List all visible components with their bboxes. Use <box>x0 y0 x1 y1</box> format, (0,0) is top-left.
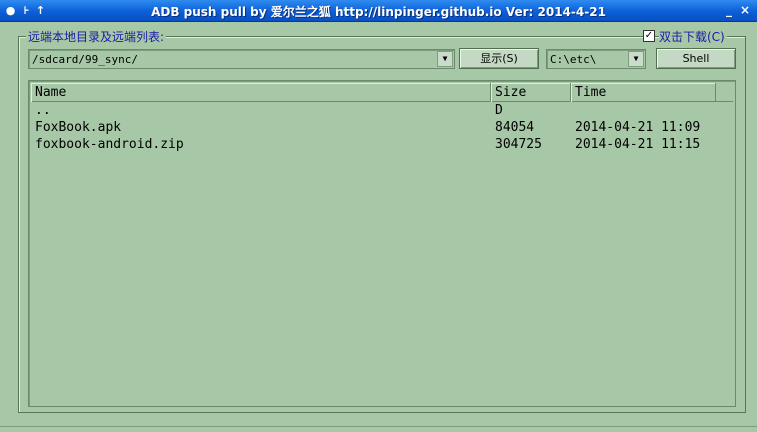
cell-time: 2014-04-21 11:15 <box>575 137 701 152</box>
check-mark-icon: ✓ <box>644 30 654 41</box>
window-title: ADB push pull by 爱尔兰之狐 http://linpinger.… <box>151 5 606 19</box>
column-header-size[interactable]: Size <box>491 83 571 102</box>
download-checkbox-label[interactable]: 双击下载(C) <box>659 28 727 45</box>
cell-name: FoxBook.apk <box>35 120 122 135</box>
remote-path-combo[interactable]: /sdcard/99_sync/ ▼ <box>28 49 455 69</box>
column-header-time[interactable]: Time <box>571 83 716 102</box>
cell-size: D <box>495 103 503 118</box>
list-header: Name Size Time <box>31 83 733 102</box>
file-list[interactable]: Name Size Time .. D FoxBook.apk 84054 20… <box>28 80 736 407</box>
cell-size: 304725 <box>495 137 542 152</box>
download-checkbox[interactable]: ✓ <box>643 30 655 42</box>
dropdown-arrow-icon[interactable]: ▼ <box>437 51 453 67</box>
cell-size: 84054 <box>495 120 535 135</box>
show-button[interactable]: 显示(S) <box>459 48 539 69</box>
local-path-combo[interactable]: C:\etc\ ▼ <box>546 49 646 69</box>
local-path-value: C:\etc\ <box>550 53 597 66</box>
window-bottom-edge <box>0 426 757 432</box>
table-row[interactable]: .. D <box>31 102 733 119</box>
shell-button[interactable]: Shell <box>656 48 736 69</box>
close-button[interactable]: × <box>738 3 752 18</box>
frame-label: 远端本地目录及远端列表: <box>26 28 167 45</box>
remote-path-value: /sdcard/99_sync/ <box>32 53 138 66</box>
cell-name: foxbook-android.zip <box>35 137 184 152</box>
title-bar: ● ⊦ ↑ ADB push pull by 爱尔兰之狐 http://linp… <box>0 0 757 22</box>
dropdown-arrow-icon[interactable]: ▼ <box>628 51 644 67</box>
cell-name: .. <box>35 103 51 118</box>
table-row[interactable]: FoxBook.apk 84054 2014-04-21 11:09 <box>31 119 733 136</box>
cell-time: 2014-04-21 11:09 <box>575 120 701 135</box>
minimize-button[interactable]: _ <box>722 3 736 18</box>
column-header-name[interactable]: Name <box>31 83 491 102</box>
table-row[interactable]: foxbook-android.zip 304725 2014-04-21 11… <box>31 136 733 153</box>
